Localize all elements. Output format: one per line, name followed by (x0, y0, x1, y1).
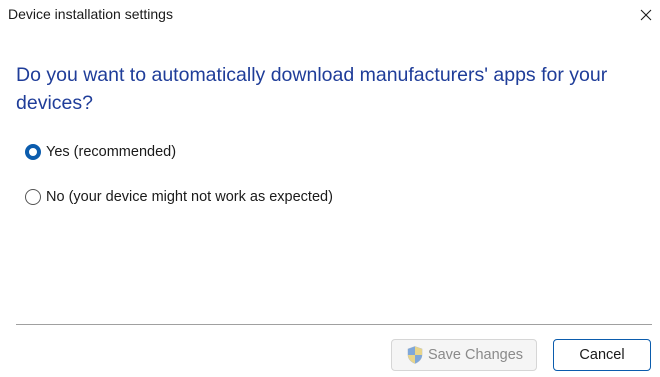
radio-no[interactable] (25, 189, 41, 205)
cancel-label: Cancel (579, 347, 625, 363)
close-button[interactable] (632, 0, 660, 30)
option-no-label[interactable]: No (your device might not work as expect… (46, 189, 333, 205)
option-no[interactable]: No (your device might not work as expect… (25, 189, 333, 205)
save-changes-button[interactable]: Save Changes (391, 339, 537, 371)
cancel-button[interactable]: Cancel (553, 339, 651, 371)
title-bar: Device installation settings (0, 0, 660, 30)
option-yes[interactable]: Yes (recommended) (25, 144, 176, 160)
option-yes-label[interactable]: Yes (recommended) (46, 144, 176, 160)
save-changes-label: Save Changes (427, 347, 524, 363)
close-icon (640, 9, 652, 21)
divider (16, 324, 652, 325)
uac-shield-icon (405, 345, 425, 365)
window-title: Device installation settings (8, 6, 173, 22)
question-heading: Do you want to automatically download ma… (16, 64, 608, 114)
radio-yes[interactable] (25, 144, 41, 160)
